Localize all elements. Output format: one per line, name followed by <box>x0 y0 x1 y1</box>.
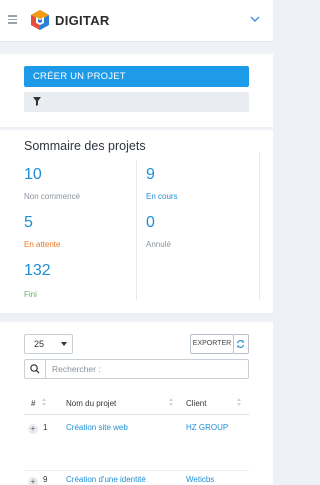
stat-not-started-value: 10 <box>24 166 42 183</box>
brand-name: DIGITAR <box>55 13 110 28</box>
filter-bar[interactable] <box>24 92 249 112</box>
table-row-client-link[interactable]: Weticbs <box>186 475 214 484</box>
summary-divider <box>136 160 137 300</box>
table-row-client-link[interactable]: HZ GROUP <box>186 423 228 432</box>
actions-card <box>0 54 273 127</box>
stat-finished-value: 132 <box>24 262 51 279</box>
stat-on-hold-value: 5 <box>24 214 33 231</box>
expand-row-icon[interactable]: + <box>28 424 38 434</box>
search-icon <box>30 364 40 374</box>
summary-title: Sommaire des projets <box>24 139 146 153</box>
stat-finished-label: Fini <box>24 290 37 299</box>
sort-icon[interactable] <box>237 398 241 406</box>
search-input[interactable] <box>52 363 242 375</box>
chevron-down-icon[interactable] <box>250 15 260 23</box>
expand-row-icon[interactable]: + <box>28 477 38 485</box>
table-row-project-link[interactable]: Création d'une identité <box>66 475 146 484</box>
stat-cancelled-value: 0 <box>146 214 155 231</box>
create-project-button[interactable]: CRÉER UN PROJET <box>24 66 249 87</box>
digitar-logo-icon <box>31 10 49 30</box>
menu-icon[interactable] <box>8 15 17 24</box>
caret-down-icon <box>61 342 67 346</box>
summary-divider-right <box>259 152 260 300</box>
stat-on-hold-label: En attente <box>24 240 61 249</box>
page-size-select[interactable]: 25 <box>24 334 73 354</box>
table-row-divider <box>24 470 249 471</box>
table-header-divider <box>24 414 249 415</box>
page-size-value: 25 <box>34 339 45 349</box>
sort-icon[interactable] <box>169 398 173 406</box>
stat-in-progress-label: En cours <box>146 192 178 201</box>
top-navbar: DIGITAR <box>0 0 273 42</box>
refresh-icon <box>236 340 245 348</box>
filter-icon[interactable] <box>33 97 41 106</box>
sort-icon[interactable] <box>42 398 46 406</box>
table-row-id: 1 <box>43 423 48 432</box>
column-header-client[interactable]: Client <box>186 399 206 408</box>
column-header-project-name[interactable]: Nom du projet <box>66 399 116 408</box>
table-row-id: 9 <box>43 475 48 484</box>
table-row-project-link[interactable]: Création site web <box>66 423 128 432</box>
stat-cancelled-label: Annulé <box>146 240 171 249</box>
search-addon <box>24 359 46 379</box>
export-button[interactable]: EXPORTER <box>190 334 234 354</box>
refresh-button[interactable] <box>234 334 249 354</box>
stat-not-started-label: Non commencé <box>24 192 81 201</box>
stat-in-progress-value: 9 <box>146 166 155 183</box>
column-header-id[interactable]: # <box>31 399 35 408</box>
